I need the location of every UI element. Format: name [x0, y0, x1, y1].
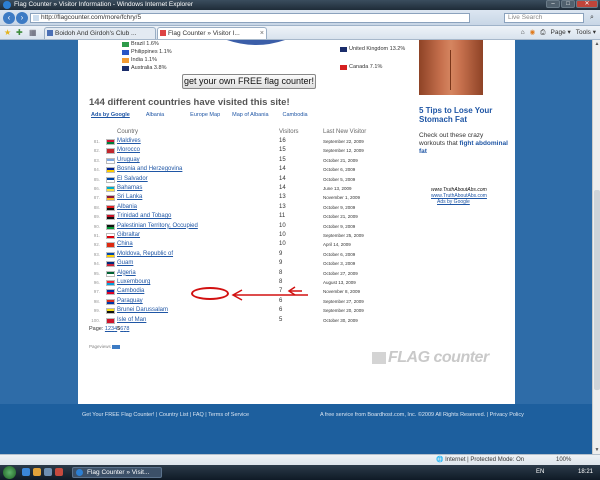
forward-button[interactable]: ›: [16, 12, 28, 24]
page-viewport: Brazil 1.6% Philippines 1.1% India 1.1% …: [0, 40, 592, 454]
tab-label: Boidoh And Girdoh's Club ...: [55, 30, 137, 37]
command-bar: ⌂ ◉ ⎙ Page ▾ Tools ▾: [521, 28, 596, 38]
url-field[interactable]: http://flagcounter.com/more/fchry/5: [30, 13, 470, 23]
tab-favicon: [160, 30, 166, 36]
tab-list-icon[interactable]: ▦: [29, 28, 37, 38]
window-title: Flag Counter » Visitor Information - Win…: [14, 1, 194, 8]
tab-flag-counter[interactable]: Flag Counter » Visitor I... ×: [157, 27, 267, 39]
scroll-down-icon[interactable]: ▼: [593, 446, 600, 454]
print-icon[interactable]: ⎙: [540, 28, 545, 38]
feeds-icon[interactable]: ◉: [530, 28, 536, 38]
status-bar: 🌐 Internet | Protected Mode: On 100%: [0, 454, 600, 465]
page-menu[interactable]: Page ▾: [551, 28, 571, 38]
page-footer: Get Your FREE Flag Counter! | Country Li…: [0, 404, 592, 454]
footer-left-links[interactable]: Get Your FREE Flag Counter! | Country Li…: [82, 412, 249, 418]
tools-menu[interactable]: Tools ▾: [576, 28, 596, 38]
scroll-thumb[interactable]: [594, 190, 600, 390]
clock[interactable]: 18:21: [578, 469, 593, 475]
page-content: Brazil 1.6% Philippines 1.1% India 1.1% …: [78, 40, 515, 404]
favorites-star-icon[interactable]: ★: [4, 28, 11, 38]
tab-boidoh[interactable]: Boidoh And Girdoh's Club ...: [44, 27, 156, 39]
taskbar: Flag Counter » Visit... EN 18:21: [0, 465, 600, 480]
quicklaunch-desktop-icon[interactable]: [44, 468, 52, 476]
home-icon[interactable]: ⌂: [521, 28, 525, 38]
quicklaunch-folder-icon[interactable]: [33, 468, 41, 476]
maximize-button[interactable]: □: [561, 0, 575, 8]
ie-icon: [3, 1, 11, 9]
address-bar: ‹ › http://flagcounter.com/more/fchry/5 …: [0, 10, 600, 26]
tab-favicon: [47, 30, 53, 36]
minimize-button[interactable]: –: [546, 0, 560, 8]
window-titlebar: Flag Counter » Visitor Information - Win…: [0, 0, 600, 10]
search-input[interactable]: Live Search: [504, 13, 584, 23]
url-text: http://flagcounter.com/more/fchry/5: [41, 14, 142, 21]
language-indicator[interactable]: EN: [536, 469, 544, 475]
close-button[interactable]: ✕: [576, 0, 598, 8]
back-button[interactable]: ‹: [3, 12, 15, 24]
footer-right-text[interactable]: A free service from Boardhost.com, Inc. …: [320, 412, 524, 418]
scroll-up-icon[interactable]: ▲: [593, 40, 600, 48]
search-icon[interactable]: ⌕: [586, 13, 598, 23]
red-arrow-annotations: [231, 286, 308, 301]
window-controls: – □ ✕: [546, 0, 598, 8]
quicklaunch-ie-icon[interactable]: [22, 468, 30, 476]
security-zone: 🌐 Internet | Protected Mode: On: [436, 457, 525, 463]
quicklaunch-media-icon[interactable]: [55, 468, 63, 476]
add-favorites-icon[interactable]: ✚: [16, 28, 23, 38]
tab-bar: ★ ✚ ▦ Boidoh And Girdoh's Club ... Flag …: [0, 26, 600, 40]
tab-label: Flag Counter » Visitor I...: [168, 30, 240, 37]
taskbar-window-button[interactable]: Flag Counter » Visit...: [72, 467, 162, 478]
page-icon: [33, 15, 39, 21]
start-button[interactable]: [3, 466, 16, 479]
zoom-level[interactable]: 100%: [556, 455, 571, 465]
tab-close-icon[interactable]: ×: [260, 28, 264, 39]
vertical-scrollbar[interactable]: ▲ ▼: [592, 40, 600, 454]
ie-icon: [76, 469, 83, 476]
